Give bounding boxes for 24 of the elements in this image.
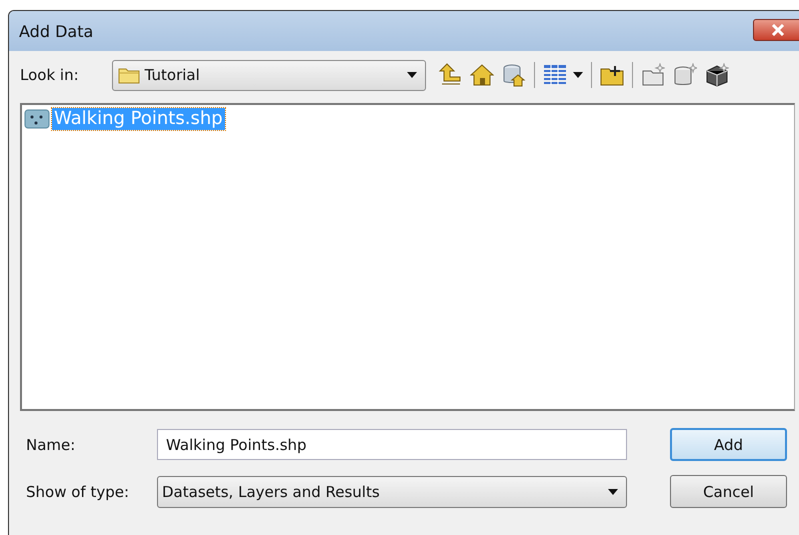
cancel-button[interactable]: Cancel	[670, 475, 787, 508]
caret-icon	[406, 72, 417, 78]
home-icon[interactable]	[470, 63, 494, 87]
database-home-icon[interactable]	[502, 63, 526, 87]
point-layer-icon	[24, 109, 50, 129]
caret-icon	[572, 72, 583, 78]
new-folder-icon[interactable]	[640, 63, 665, 87]
add-button[interactable]: Add	[670, 428, 787, 461]
new-cylinder-icon[interactable]	[672, 63, 697, 87]
connect-folder-icon[interactable]	[600, 63, 624, 87]
close-button[interactable]	[753, 19, 799, 41]
look-in-dropdown[interactable]: Tutorial	[112, 60, 426, 90]
window-title: Add Data	[19, 22, 94, 40]
type-label: Show of type:	[26, 482, 130, 500]
type-dropdown[interactable]: Datasets, Layers and Results	[157, 476, 627, 508]
grid-view-icon[interactable]	[542, 63, 567, 87]
name-field[interactable]: Walking Points.shp	[157, 429, 627, 460]
name-label: Name:	[26, 436, 76, 454]
close-icon	[771, 24, 785, 36]
folder-icon	[118, 66, 140, 84]
look-in-label: Look in:	[20, 66, 79, 84]
toolbox-icon[interactable]	[704, 63, 729, 87]
caret-icon	[608, 488, 618, 494]
up-folder-icon[interactable]	[438, 63, 462, 87]
